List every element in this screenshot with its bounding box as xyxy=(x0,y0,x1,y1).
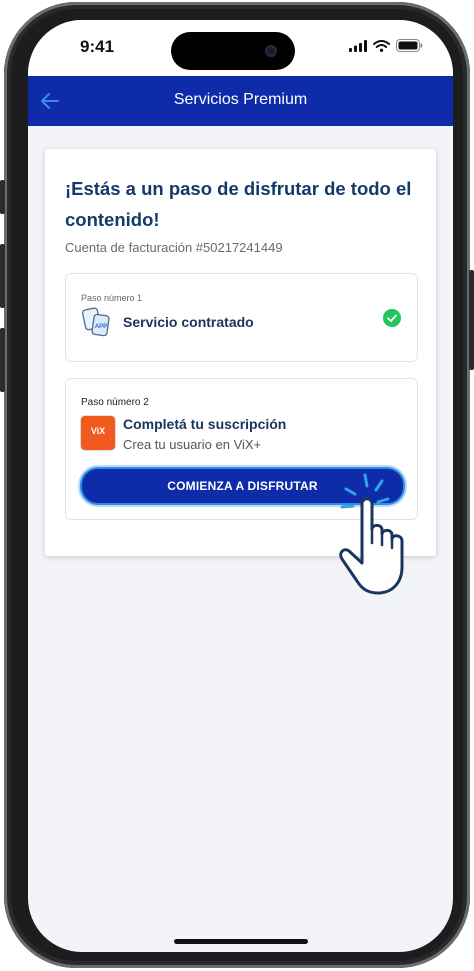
status-bar: 9:41 xyxy=(28,20,453,76)
status-icons xyxy=(349,39,423,52)
onboarding-card: ¡Estás a un paso de disfrutar de todo el… xyxy=(45,149,436,595)
step-2-subtitle: Crea tu usuario en ViX+ xyxy=(123,437,262,452)
camera-icon xyxy=(265,45,277,57)
battery-icon xyxy=(396,39,423,52)
phone-frame: 9:41 Servicios Premium ¡Estás a un paso … xyxy=(0,2,474,968)
step-1-title: Servicio contratado xyxy=(123,314,254,330)
side-button-volume-down xyxy=(0,328,5,392)
step-1-card: Paso número 1 APP Servicio contratado xyxy=(65,273,418,362)
vix-logo: ViX xyxy=(80,415,116,451)
signal-icon xyxy=(349,39,367,52)
check-circle-icon xyxy=(383,309,401,327)
step-2-title: Completá tu suscripción xyxy=(123,416,287,432)
app-bar: Servicios Premium xyxy=(28,76,453,126)
billing-account: Cuenta de facturación #50217241449 xyxy=(65,240,283,255)
home-indicator[interactable] xyxy=(174,939,308,944)
app-stack-icon: APP xyxy=(81,307,110,337)
side-button-power xyxy=(469,270,474,370)
wifi-icon xyxy=(373,39,390,52)
svg-text:APP: APP xyxy=(95,324,107,330)
dynamic-island xyxy=(171,32,295,70)
tap-hand-icon xyxy=(339,473,404,595)
side-button-mute xyxy=(0,180,5,214)
status-time: 9:41 xyxy=(80,37,115,56)
card-headline: ¡Estás a un paso de disfrutar de todo el… xyxy=(65,178,412,230)
step-2-number: Paso número 2 xyxy=(81,397,149,408)
page-title: Servicios Premium xyxy=(173,91,308,108)
step-1-number: Paso número 1 xyxy=(81,293,143,303)
screen: 9:41 Servicios Premium ¡Estás a un paso … xyxy=(28,20,453,952)
side-button-volume-up xyxy=(0,244,5,308)
